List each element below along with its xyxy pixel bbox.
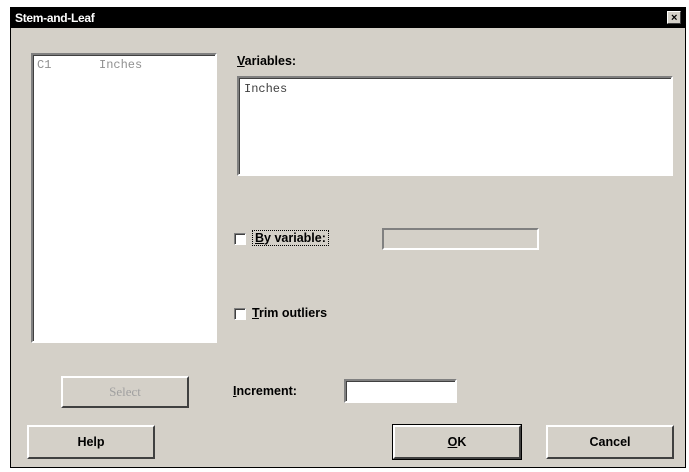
variables-value: Inches — [244, 82, 288, 96]
variables-field[interactable]: Inches — [237, 76, 673, 176]
help-button[interactable]: Help — [27, 425, 155, 459]
title-bar: Stem-and-Leaf × — [11, 8, 685, 28]
increment-label: Increment: — [233, 384, 297, 398]
stem-and-leaf-dialog: Stem-and-Leaf × C1 Inches Variables: Inch… — [10, 7, 686, 468]
trim-outliers-checkbox[interactable] — [234, 308, 246, 320]
by-variable-field — [382, 228, 539, 250]
variable-list[interactable]: C1 Inches — [31, 53, 217, 343]
trim-outliers-label[interactable]: Trim outliers — [252, 306, 327, 320]
by-variable-label[interactable]: By variable: — [252, 230, 329, 246]
increment-field[interactable] — [344, 379, 457, 403]
column-id: C1 — [37, 58, 52, 72]
cancel-button[interactable]: Cancel — [546, 425, 674, 459]
variables-label: Variables: — [237, 54, 297, 68]
select-button: Select — [61, 376, 189, 408]
column-name: Inches — [99, 58, 143, 72]
window-title: Stem-and-Leaf — [15, 11, 95, 25]
close-icon[interactable]: × — [667, 11, 681, 24]
ok-button[interactable]: OK — [392, 424, 522, 460]
by-variable-checkbox[interactable] — [234, 233, 246, 245]
list-item[interactable]: C1 Inches — [37, 58, 142, 72]
